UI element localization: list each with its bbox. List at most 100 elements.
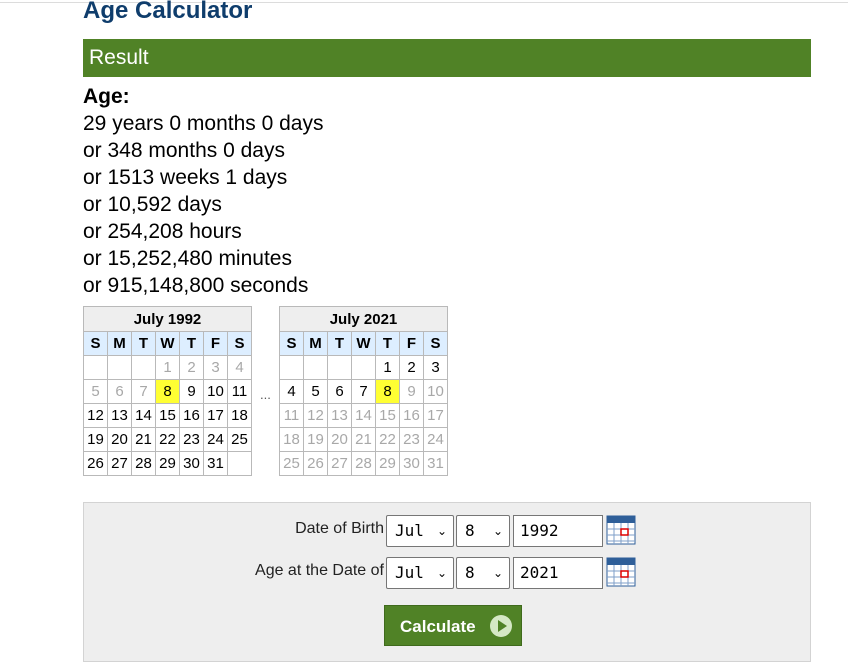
calendar-empty-cell [227,451,252,476]
calendar-title: July 2021 [279,306,448,332]
calendar-day: 31 [203,451,228,476]
calendar-day: 10 [203,379,228,404]
calendar-day: 26 [303,451,328,476]
age-days: or 10,592 days [83,193,222,216]
age-weeks-days: or 1513 weeks 1 days [83,166,288,189]
calendar-day: 8 [155,379,180,404]
calendar-day: 6 [327,379,352,404]
age-at-date-row: Age at the Date of Jul ⌄ 8 ⌄ 2021 [84,557,812,589]
calendar-day: 24 [423,427,448,452]
chevron-down-icon: ⌄ [436,524,447,538]
weekday-header: F [203,331,228,356]
result-header: Result [83,39,811,77]
calendar-target-month: July 2021 S M T W T F S 1 2 3 4 5 6 7 8 9 10 11 12 13 14 15 16 1… [279,306,448,476]
calendar-day: 27 [107,451,132,476]
calendar-day: 8 [375,379,400,404]
calendar-day: 28 [351,451,376,476]
calculate-button[interactable]: Calculate [384,605,522,646]
weekday-header: S [83,331,108,356]
calendar-birth-month: July 1992 S M T W T F S 1 2 3 4 5 6 7 8 9 10 11 12 13 14 15 16 1… [83,306,252,476]
weekday-header: S [279,331,304,356]
dob-month-select[interactable]: Jul ⌄ [386,515,454,547]
calendar-day: 23 [179,427,204,452]
play-circle-icon [490,615,512,637]
calendar-day: 25 [279,451,304,476]
calendar-day: 31 [423,451,448,476]
calendar-day: 7 [131,379,156,404]
dob-day-value: 8 [465,521,475,540]
calendar-day: 16 [179,403,204,428]
calendar-day: 2 [179,355,204,380]
calendar-day: 5 [303,379,328,404]
age-years-months-days: 29 years 0 months 0 days [83,112,324,135]
age-label: Age: [83,85,130,108]
age-calculator-form: Date of Birth Jul ⌄ 8 ⌄ 1992 Age at the Da… [83,502,811,662]
weekday-header: W [351,331,376,356]
calendar-day: 11 [279,403,304,428]
weekday-header: W [155,331,180,356]
weekday-header: T [179,331,204,356]
weekday-header: T [327,331,352,356]
calendar-empty-cell [327,355,352,380]
calendar-day: 14 [351,403,376,428]
calendar-day: 12 [83,403,108,428]
calendar-day: 5 [83,379,108,404]
calendar-day: 10 [423,379,448,404]
calendar-day: 7 [351,379,376,404]
calendar-day: 20 [327,427,352,452]
calendar-day: 28 [131,451,156,476]
calendar-icon[interactable] [606,515,636,545]
calendar-icon[interactable] [606,557,636,587]
calendar-day: 18 [279,427,304,452]
chevron-down-icon: ⌄ [492,566,503,580]
weekday-header: S [423,331,448,356]
at-day-select[interactable]: 8 ⌄ [456,557,510,589]
calendar-day: 26 [83,451,108,476]
date-of-birth-label: Date of Birth [295,520,384,537]
calendar-day: 19 [83,427,108,452]
calendar-day: 15 [375,403,400,428]
calculate-label: Calculate [400,617,476,636]
dob-month-value: Jul [395,521,424,540]
dob-year-input[interactable]: 1992 [513,515,603,547]
calendar-day: 20 [107,427,132,452]
age-result: Age: 29 years 0 months 0 days or 348 mon… [83,83,323,299]
calendar-empty-cell [83,355,108,380]
calendar-empty-cell [351,355,376,380]
calendar-day: 18 [227,403,252,428]
calendar-day: 13 [107,403,132,428]
calendar-separator: ... [260,387,271,402]
at-month-value: Jul [395,563,424,582]
calendar-day: 9 [399,379,424,404]
calendar-day: 30 [399,451,424,476]
calendar-day: 3 [203,355,228,380]
calendar-day: 23 [399,427,424,452]
calendar-day: 2 [399,355,424,380]
calendar-day: 30 [179,451,204,476]
at-year-input[interactable]: 2021 [513,557,603,589]
chevron-down-icon: ⌄ [436,566,447,580]
calendar-day: 4 [279,379,304,404]
calendar-day: 15 [155,403,180,428]
calendar-day: 1 [375,355,400,380]
date-of-birth-row: Date of Birth Jul ⌄ 8 ⌄ 1992 [84,515,812,547]
weekday-header: F [399,331,424,356]
calendar-day: 27 [327,451,352,476]
calendar-day: 21 [351,427,376,452]
calendar-day: 25 [227,427,252,452]
weekday-header: S [227,331,252,356]
calendar-day: 4 [227,355,252,380]
dob-day-select[interactable]: 8 ⌄ [456,515,510,547]
calendar-day: 1 [155,355,180,380]
calendar-day: 11 [227,379,252,404]
calendar-day: 14 [131,403,156,428]
calendar-day: 17 [203,403,228,428]
age-seconds: or 915,148,800 seconds [83,274,309,297]
calendar-day: 9 [179,379,204,404]
calendar-day: 24 [203,427,228,452]
age-at-date-label: Age at the Date of [255,562,384,579]
calendar-day: 19 [303,427,328,452]
calendar-day: 17 [423,403,448,428]
at-month-select[interactable]: Jul ⌄ [386,557,454,589]
calendar-day: 12 [303,403,328,428]
